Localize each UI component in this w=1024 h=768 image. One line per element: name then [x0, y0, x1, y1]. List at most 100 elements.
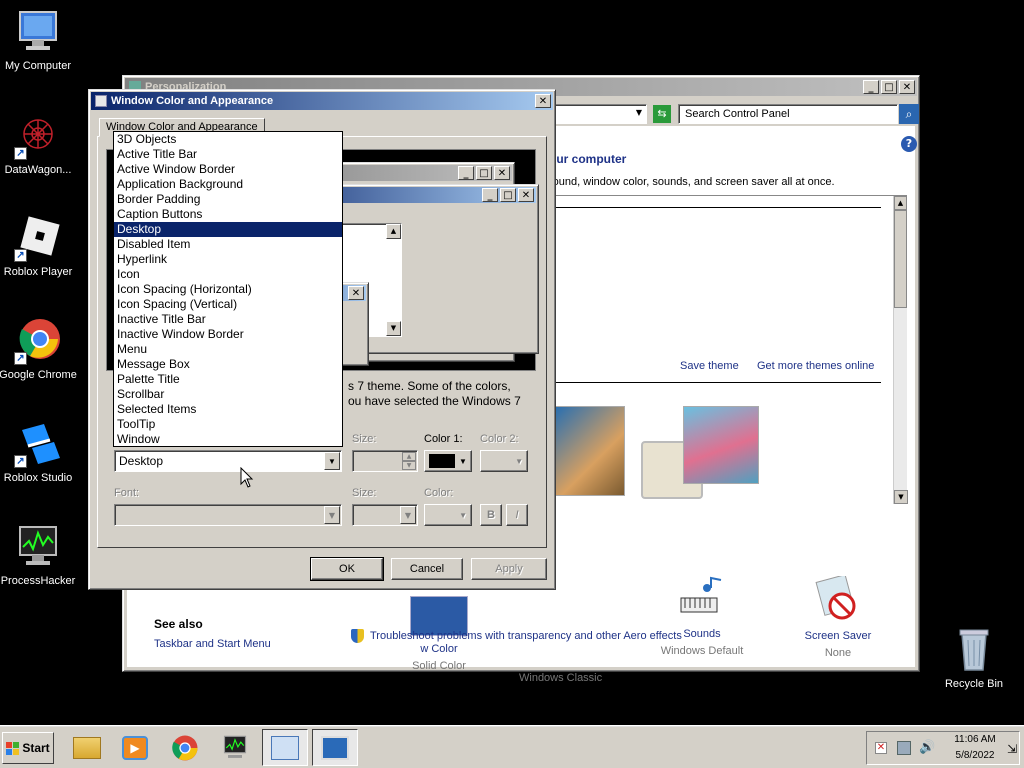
window-color-sub: Solid Color — [412, 660, 466, 672]
scroll-thumb[interactable] — [894, 210, 907, 308]
taskbar-app-media-player[interactable]: ▶ — [112, 729, 158, 766]
dialog-titlebar[interactable]: Window Color and Appearance ✕ — [91, 92, 553, 110]
chevron-down-icon[interactable]: ▼ — [324, 452, 340, 470]
font-select: ▼ — [114, 504, 342, 526]
clock-date[interactable]: 5/8/2022 — [949, 750, 1001, 761]
desktop-icon-roblox-studio[interactable]: ↗ Roblox Studio — [0, 420, 78, 484]
help-icon[interactable]: ? — [901, 136, 917, 152]
preview-message-close-button: ✕ — [348, 286, 364, 300]
taskbar-app-display-settings[interactable] — [312, 729, 358, 766]
cancel-button[interactable]: Cancel — [391, 558, 463, 580]
vertical-scrollbar[interactable]: ▲ ▼ — [893, 196, 908, 504]
save-theme-link[interactable]: Save theme — [680, 360, 739, 372]
ok-button[interactable]: OK — [310, 557, 384, 581]
theme-thumbnail-scenes[interactable] — [683, 406, 759, 484]
taskbar-start-menu-link[interactable]: Taskbar and Start Menu — [154, 638, 271, 650]
dropdown-option[interactable]: Icon — [114, 267, 342, 282]
preview-minimize-button: _ — [482, 188, 498, 202]
show-desktop-icon[interactable]: ⇲ — [1007, 742, 1017, 756]
dropdown-option[interactable]: Inactive Window Border — [114, 327, 342, 342]
taskbar-app-explorer[interactable] — [64, 729, 110, 766]
desktop-icon-label: Google Chrome — [0, 369, 77, 381]
taskbar-app-control-panel[interactable] — [262, 729, 308, 766]
spin-down-icon: ▼ — [402, 461, 416, 470]
font-color-label: Color: — [424, 487, 454, 499]
color2-picker: ▼ — [480, 450, 528, 472]
desktop-icon-roblox-player[interactable]: ↗ Roblox Player — [0, 214, 78, 278]
dropdown-option[interactable]: Icon Spacing (Vertical) — [114, 297, 342, 312]
dropdown-option[interactable]: Palette Title — [114, 372, 342, 387]
dropdown-option[interactable]: Window — [114, 432, 342, 447]
scroll-up-icon[interactable]: ▲ — [894, 196, 907, 210]
dropdown-option[interactable]: Desktop — [114, 222, 342, 237]
dropdown-option[interactable]: Menu — [114, 342, 342, 357]
dropdown-option[interactable]: Active Title Bar — [114, 147, 342, 162]
apply-label: Apply — [495, 563, 523, 575]
volume-icon[interactable]: 🔊 — [919, 740, 935, 755]
processhacker-icon — [223, 735, 247, 758]
desktop-icon-google-chrome[interactable]: ↗ Google Chrome — [0, 317, 78, 381]
datawagon-icon: ↗ — [14, 112, 62, 160]
action-center-flag-icon[interactable]: ✕ — [875, 742, 887, 754]
search-placeholder: Search Control Panel — [685, 108, 790, 120]
minimize-button[interactable]: _ — [863, 80, 879, 94]
desktop-icon-recycle-bin[interactable]: Recycle Bin — [934, 626, 1014, 690]
shortcut-arrow-icon: ↗ — [14, 455, 27, 468]
sounds-item[interactable]: Sounds Windows Default — [647, 576, 757, 657]
dropdown-option[interactable]: Inactive Title Bar — [114, 312, 342, 327]
apply-button: Apply — [471, 558, 547, 580]
item-select-value: Desktop — [119, 454, 164, 468]
screen-saver-item[interactable]: Screen Saver None — [783, 574, 893, 659]
refresh-icon[interactable]: ⇆ — [653, 105, 671, 123]
shortcut-arrow-icon: ↗ — [14, 249, 27, 262]
dropdown-option[interactable]: ToolTip — [114, 417, 342, 432]
address-combo[interactable]: ▼ — [547, 104, 647, 124]
dropdown-option[interactable]: Message Box — [114, 357, 342, 372]
more-themes-link[interactable]: Get more themes online — [757, 360, 874, 372]
dialog-window-icon — [95, 95, 107, 107]
screen-saver-label: Screen Saver — [804, 630, 872, 642]
size-stepper: ▲ ▼ — [352, 450, 418, 472]
taskbar-app-processhacker[interactable] — [212, 729, 258, 766]
dropdown-option[interactable]: Icon Spacing (Horizontal) — [114, 282, 342, 297]
taskbar-app-chrome[interactable] — [162, 729, 208, 766]
desktop-icon-label: ProcessHacker — [0, 575, 76, 587]
desktop-icon-label: Roblox Player — [3, 266, 73, 278]
search-input[interactable]: Search Control Panel — [678, 104, 898, 124]
desktop-icon-processhacker[interactable]: ProcessHacker — [0, 523, 78, 587]
dropdown-option[interactable]: Scrollbar — [114, 387, 342, 402]
screen-saver-icon — [814, 574, 862, 622]
color1-picker[interactable]: ▼ — [424, 450, 472, 472]
item-dropdown-list[interactable]: 3D Objects Active Title Bar Active Window … — [113, 131, 343, 447]
windows-logo-icon — [6, 741, 20, 755]
clock-time[interactable]: 11:06 AM — [949, 734, 1001, 745]
network-icon[interactable] — [897, 741, 911, 755]
troubleshoot-link[interactable]: Troubleshoot problems with transparency … — [370, 630, 682, 642]
maximize-button[interactable]: □ — [881, 80, 897, 94]
dropdown-option[interactable]: Active Window Border — [114, 162, 342, 177]
theme-thumbnail-landscapes[interactable] — [555, 406, 625, 496]
desktop-icon-datawagon[interactable]: ↗ DataWagon... — [0, 112, 78, 176]
dropdown-option[interactable]: Border Padding — [114, 192, 342, 207]
dropdown-option[interactable]: Application Background — [114, 177, 342, 192]
start-button[interactable]: Start — [2, 732, 54, 764]
scroll-down-icon[interactable]: ▼ — [894, 490, 908, 504]
bold-label: B — [487, 509, 495, 521]
color2-label: Color 2: — [480, 433, 519, 445]
color-scheme-sub: Windows Classic — [519, 672, 603, 684]
desktop-icon-my-computer[interactable]: My Computer — [0, 8, 78, 72]
dialog-close-button[interactable]: ✕ — [535, 94, 551, 108]
roblox-icon: ↗ — [14, 214, 62, 262]
mouse-cursor-icon — [240, 467, 254, 488]
sounds-icon — [677, 576, 727, 620]
search-icon[interactable]: ⌕ — [899, 104, 919, 124]
dropdown-option[interactable]: 3D Objects — [114, 132, 342, 147]
close-button[interactable]: ✕ — [899, 80, 915, 94]
item-select[interactable]: Desktop ▼ — [114, 450, 342, 472]
dropdown-option[interactable]: Disabled Item — [114, 237, 342, 252]
dropdown-option[interactable]: Selected Items — [114, 402, 342, 417]
dropdown-option[interactable]: Caption Buttons — [114, 207, 342, 222]
dropdown-option[interactable]: Hyperlink — [114, 252, 342, 267]
desktop-icon-label: Recycle Bin — [944, 678, 1004, 690]
recycle-bin-icon — [950, 626, 998, 674]
